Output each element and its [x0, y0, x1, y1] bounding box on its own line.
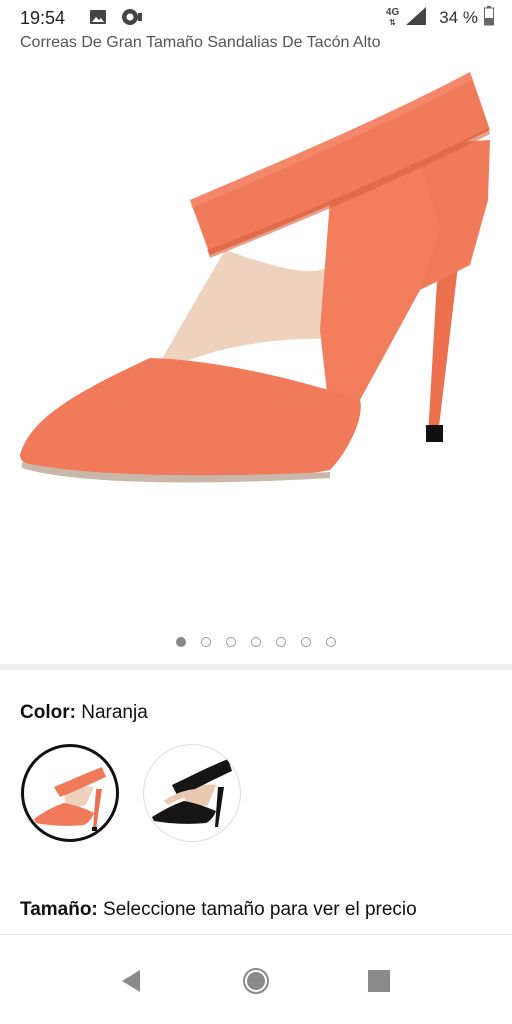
network-type: 4G ⇅	[385, 7, 400, 28]
battery-percentage: 34 %	[439, 8, 478, 27]
signal-icon	[405, 6, 427, 31]
image-icon	[89, 8, 107, 31]
carousel-dot[interactable]	[176, 637, 186, 647]
recents-icon[interactable]	[364, 966, 394, 996]
bottom-divider	[0, 934, 512, 935]
navigation-bar	[0, 936, 512, 1024]
size-value: Seleccione tamaño para ver el precio	[103, 899, 417, 920]
home-icon[interactable]	[241, 966, 271, 996]
size-selection[interactable]: Tamaño: Seleccione tamaño para ver el pr…	[20, 899, 417, 921]
color-value: Naranja	[81, 702, 148, 723]
status-bar: 19:54 4G ⇅ 34 %	[0, 0, 512, 36]
status-time: 19:54	[20, 8, 66, 28]
carousel-dot[interactable]	[226, 637, 236, 647]
color-swatch-naranja[interactable]	[21, 744, 119, 842]
section-divider	[0, 664, 512, 670]
color-key: Color:	[20, 702, 76, 723]
carousel-dot[interactable]	[326, 637, 336, 647]
carousel-dot[interactable]	[251, 637, 261, 647]
size-key: Tamaño:	[20, 899, 98, 920]
back-icon[interactable]	[118, 966, 148, 996]
carousel-dot[interactable]	[301, 637, 311, 647]
product-title: Correas De Gran Tamaño Sandalias De Tacó…	[20, 34, 381, 51]
status-right-group: 4G ⇅ 34 %	[385, 5, 494, 31]
camera-notification-icon	[121, 8, 143, 31]
image-carousel-dots	[0, 637, 512, 647]
carousel-dot[interactable]	[276, 637, 286, 647]
battery-icon	[484, 5, 494, 31]
product-image[interactable]	[0, 60, 512, 620]
color-selection-label: Color: Naranja	[20, 702, 148, 724]
color-swatch-negro[interactable]	[143, 744, 241, 842]
carousel-dot[interactable]	[201, 637, 211, 647]
